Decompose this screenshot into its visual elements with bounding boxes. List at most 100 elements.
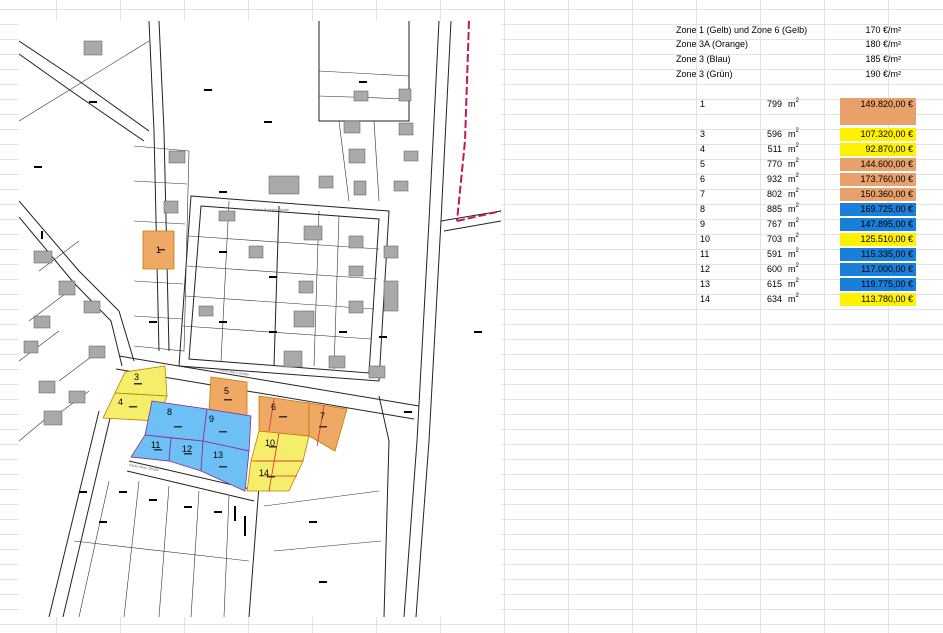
plot-area-unit: m2 xyxy=(788,173,799,185)
plot-area-unit: m2 xyxy=(788,293,799,305)
plot-row: 3 596 m2 107.320,00 € xyxy=(690,128,925,143)
plot-price[interactable]: 117.000,00 € xyxy=(840,263,916,276)
unit-text: m xyxy=(788,144,796,154)
site-plan-svg: 1 3 4 5 6 7 8 9 10 11 12 13 14 Sankt-Rud… xyxy=(19,21,501,617)
map-label-6: 6 xyxy=(271,402,276,412)
plot-area[interactable]: 802 xyxy=(750,188,782,200)
plot-area[interactable]: 615 xyxy=(750,278,782,290)
plot-price[interactable]: 119.775,00 € xyxy=(840,278,916,291)
plot-price[interactable]: 147.895,00 € xyxy=(840,218,916,231)
unit-superscript: 2 xyxy=(795,233,799,239)
plot-area-unit: m2 xyxy=(788,248,799,260)
plot-area-unit: m2 xyxy=(788,233,799,245)
plot-price[interactable]: 144.600,00 € xyxy=(840,158,916,171)
map-label-1: 1 xyxy=(156,245,161,255)
unit-text: m xyxy=(788,279,796,289)
plot-area[interactable]: 591 xyxy=(750,248,782,260)
street-label-sankt-rudolph: Sankt-Rudolph-Straße xyxy=(254,208,289,212)
plot-number[interactable]: 4 xyxy=(700,143,705,155)
plot-row: 14 634 m2 113.780,00 € xyxy=(690,293,925,308)
plot-price[interactable]: 107.320,00 € xyxy=(840,128,916,141)
unit-superscript: 2 xyxy=(795,263,799,269)
plot-number[interactable]: 13 xyxy=(700,278,710,290)
unit-text: m xyxy=(788,264,796,274)
plot-row: 13 615 m2 119.775,00 € xyxy=(690,278,925,293)
plot-row: 11 591 m2 115.335,00 € xyxy=(690,248,925,263)
unit-superscript: 2 xyxy=(795,143,799,149)
map-label-5: 5 xyxy=(224,386,229,396)
plot-row: 9 767 m2 147.895,00 € xyxy=(690,218,925,233)
plot-area[interactable]: 767 xyxy=(750,218,782,230)
zone-name[interactable]: Zone 1 (Gelb) und Zone 6 (Gelb) xyxy=(676,24,807,36)
zone-name[interactable]: Zone 3A (Orange) xyxy=(676,38,748,50)
plot-area[interactable]: 703 xyxy=(750,233,782,245)
map-label-10: 10 xyxy=(265,438,275,448)
map-label-13: 13 xyxy=(213,450,223,460)
plot-row: 4 511 m2 92.870,00 € xyxy=(690,143,925,158)
plot-row: 6 932 m2 173.760,00 € xyxy=(690,173,925,188)
zone-name[interactable]: Zone 3 (Blau) xyxy=(676,53,731,65)
plot-number[interactable]: 3 xyxy=(700,128,705,140)
unit-text: m xyxy=(788,189,796,199)
zone-price[interactable]: 190 €/m² xyxy=(861,68,901,80)
plot-price[interactable]: 149.820,00 € xyxy=(840,98,916,125)
site-plan-map[interactable]: 1 3 4 5 6 7 8 9 10 11 12 13 14 Sankt-Rud… xyxy=(19,21,501,617)
plot-price[interactable]: 115.335,00 € xyxy=(840,248,916,261)
plot-area-unit: m2 xyxy=(788,263,799,275)
plot-area[interactable]: 511 xyxy=(750,143,782,155)
plot-area[interactable]: 596 xyxy=(750,128,782,140)
unit-text: m xyxy=(788,99,796,109)
unit-text: m xyxy=(788,129,796,139)
plot-number[interactable]: 14 xyxy=(700,293,710,305)
plot-price[interactable]: 125.510,00 € xyxy=(840,233,916,246)
plot-price[interactable]: 113.780,00 € xyxy=(840,293,916,306)
unit-text: m xyxy=(788,204,796,214)
unit-superscript: 2 xyxy=(795,218,799,224)
zone-price[interactable]: 180 €/m² xyxy=(861,38,901,50)
plot-price[interactable]: 169.725,00 € xyxy=(840,203,916,216)
map-label-3: 3 xyxy=(134,372,139,382)
unit-superscript: 2 xyxy=(795,203,799,209)
plot-area[interactable]: 770 xyxy=(750,158,782,170)
plot-area[interactable]: 600 xyxy=(750,263,782,275)
unit-superscript: 2 xyxy=(795,248,799,254)
plot-row: 8 885 m2 169.725,00 € xyxy=(690,203,925,218)
unit-superscript: 2 xyxy=(795,173,799,179)
plot-number[interactable]: 12 xyxy=(700,263,710,275)
unit-superscript: 2 xyxy=(795,98,799,104)
plot-area-unit: m2 xyxy=(788,158,799,170)
plot-area[interactable]: 932 xyxy=(750,173,782,185)
zone-name[interactable]: Zone 3 (Grün) xyxy=(676,68,733,80)
unit-superscript: 2 xyxy=(795,188,799,194)
plot-area-unit: m2 xyxy=(788,128,799,140)
plot-area[interactable]: 799 xyxy=(750,98,782,110)
plot-number[interactable]: 6 xyxy=(700,173,705,185)
zone-price[interactable]: 185 €/m² xyxy=(861,53,901,65)
map-label-8: 8 xyxy=(167,407,172,417)
unit-text: m xyxy=(788,159,796,169)
plot-row: 12 600 m2 117.000,00 € xyxy=(690,263,925,278)
unit-text: m xyxy=(788,234,796,244)
plot-price[interactable]: 150.360,00 € xyxy=(840,188,916,201)
unit-superscript: 2 xyxy=(795,128,799,134)
plot-number[interactable]: 8 xyxy=(700,203,705,215)
map-label-12: 12 xyxy=(182,444,192,454)
zone-price[interactable]: 170 €/m² xyxy=(861,24,901,36)
plot-number[interactable]: 10 xyxy=(700,233,710,245)
plot-area-unit: m2 xyxy=(788,218,799,230)
unit-superscript: 2 xyxy=(795,278,799,284)
plot-area-unit: m2 xyxy=(788,188,799,200)
unit-text: m xyxy=(788,174,796,184)
plot-price[interactable]: 173.760,00 € xyxy=(840,173,916,186)
plot-area[interactable]: 634 xyxy=(750,293,782,305)
plot-number[interactable]: 5 xyxy=(700,158,705,170)
unit-superscript: 2 xyxy=(795,293,799,299)
plot-row: 10 703 m2 125.510,00 € xyxy=(690,233,925,248)
plot-number[interactable]: 7 xyxy=(700,188,705,200)
plot-number[interactable]: 1 xyxy=(700,98,705,110)
plot-number[interactable]: 9 xyxy=(700,218,705,230)
plot-number[interactable]: 11 xyxy=(700,248,709,260)
plot-area[interactable]: 885 xyxy=(750,203,782,215)
map-label-4: 4 xyxy=(118,397,123,407)
plot-price[interactable]: 92.870,00 € xyxy=(840,143,916,156)
